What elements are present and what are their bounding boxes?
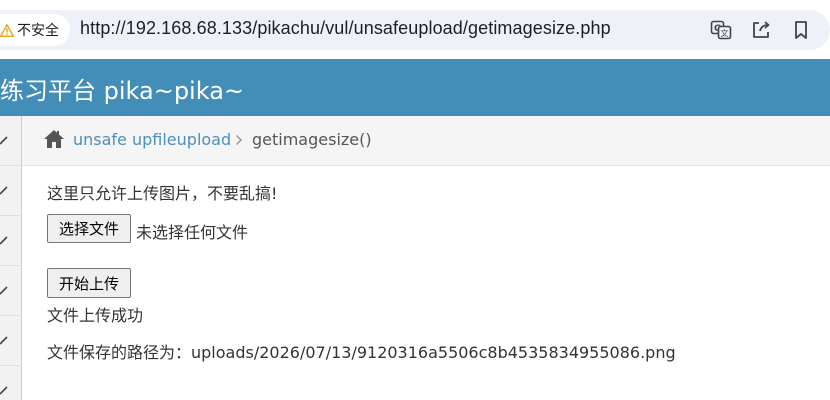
url-text[interactable]: http://192.168.68.133/pikachu/vul/unsafe… xyxy=(80,18,611,39)
sidebar-item[interactable] xyxy=(0,116,22,166)
chevron-right-icon xyxy=(0,186,8,195)
chevron-right-icon xyxy=(0,386,8,395)
app-title[interactable]: 练习平台 pika~pika~ xyxy=(0,71,244,106)
chevron-right-icon xyxy=(0,236,8,245)
sidebar-item[interactable] xyxy=(0,316,22,366)
sidebar-item[interactable] xyxy=(0,216,22,266)
breadcrumb: unsafe upfileupload getimagesize() xyxy=(22,116,830,166)
chevron-right-icon xyxy=(0,286,8,295)
breadcrumb-link-parent[interactable]: unsafe upfileupload xyxy=(73,130,231,149)
chevron-right-icon xyxy=(0,136,8,145)
file-status-text: 未选择任何文件 xyxy=(136,223,249,242)
warning-icon xyxy=(0,23,14,37)
bookmark-icon[interactable] xyxy=(790,19,812,41)
chevron-right-icon xyxy=(0,336,8,345)
address-bar[interactable]: 不安全 http://192.168.68.133/pikachu/vul/un… xyxy=(0,10,830,50)
sidebar-item[interactable] xyxy=(0,166,22,216)
svg-text:文: 文 xyxy=(721,28,729,38)
chevron-right-icon xyxy=(235,134,243,146)
home-icon[interactable] xyxy=(43,129,65,149)
app-header: 练习平台 pika~pika~ xyxy=(0,59,830,116)
choose-file-button[interactable]: 选择文件 xyxy=(47,214,131,243)
sidebar-item[interactable] xyxy=(0,366,22,400)
translate-icon[interactable]: G 文 xyxy=(710,19,732,41)
upload-result-text: 文件上传成功 xyxy=(47,306,144,325)
breadcrumb-current: getimagesize() xyxy=(252,130,372,149)
start-upload-button[interactable]: 开始上传 xyxy=(47,268,131,298)
browser-toolbar: 不安全 http://192.168.68.133/pikachu/vul/un… xyxy=(0,0,830,57)
upload-notice: 这里只允许上传图片，不要乱搞! xyxy=(47,184,278,203)
saved-path-text: 文件保存的路径为：uploads/2026/07/13/9120316a5506… xyxy=(47,343,676,362)
sidebar xyxy=(0,116,22,400)
sidebar-item[interactable] xyxy=(0,266,22,316)
share-icon[interactable] xyxy=(750,19,772,41)
security-indicator[interactable]: 不安全 xyxy=(0,14,70,46)
security-label: 不安全 xyxy=(17,23,59,39)
